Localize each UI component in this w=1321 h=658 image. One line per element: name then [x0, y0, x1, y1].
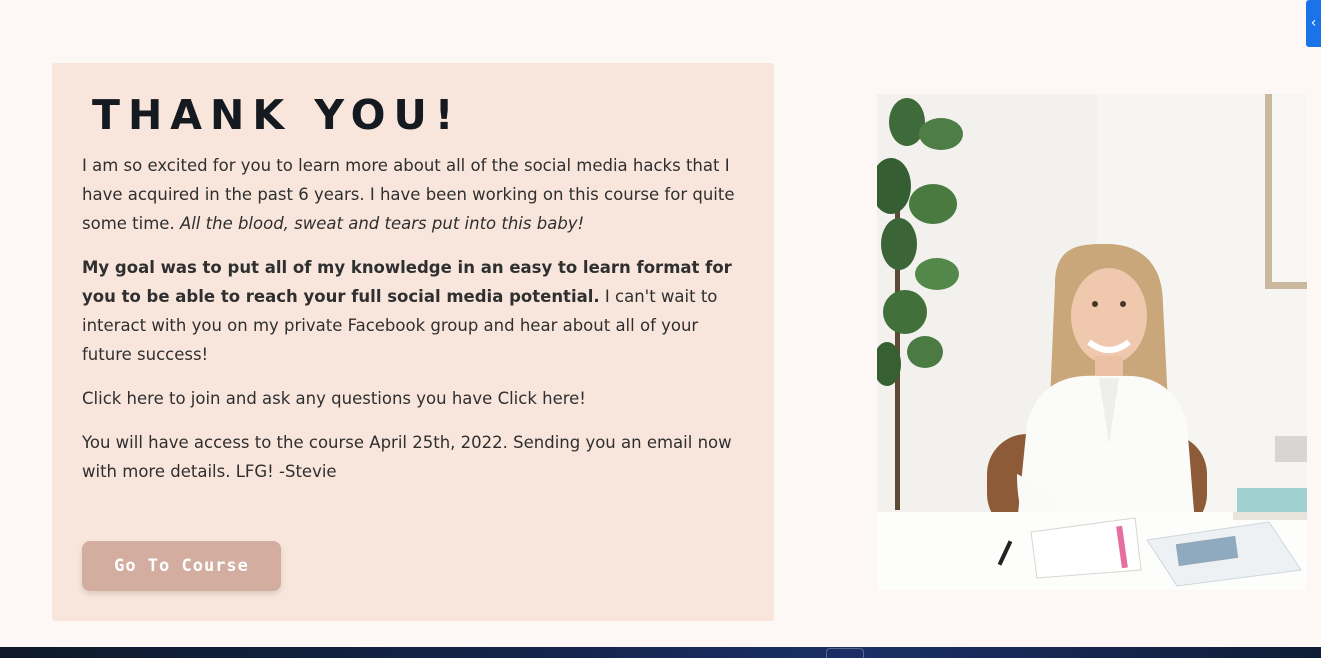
message-body: I am so excited for you to learn more ab…: [82, 151, 750, 501]
footer-handle: [826, 648, 864, 658]
access-paragraph: You will have access to the course April…: [82, 433, 732, 481]
chevron-left-icon: ‹: [1310, 15, 1317, 31]
thank-you-card: THANK YOU! I am so excited for you to le…: [52, 63, 774, 621]
page: ‹ THANK YOU! I am so excited for you to …: [0, 0, 1321, 658]
join-paragraph: Click here to join and ask any questions…: [82, 384, 750, 413]
side-panel-toggle[interactable]: ‹: [1306, 0, 1321, 47]
intro-italic-text: All the blood, sweat and tears put into …: [179, 214, 585, 233]
join-text: Click here to join and ask any questions…: [82, 389, 498, 408]
goal-paragraph: My goal was to put all of my knowledge i…: [82, 253, 750, 369]
footer-bar: [0, 647, 1321, 658]
portrait-photo: [877, 94, 1307, 590]
page-title: THANK YOU!: [92, 91, 462, 139]
go-to-course-button[interactable]: Go To Course: [82, 541, 281, 591]
facebook-group-link[interactable]: Click here!: [498, 389, 586, 408]
intro-paragraph: I am so excited for you to learn more ab…: [82, 151, 750, 238]
